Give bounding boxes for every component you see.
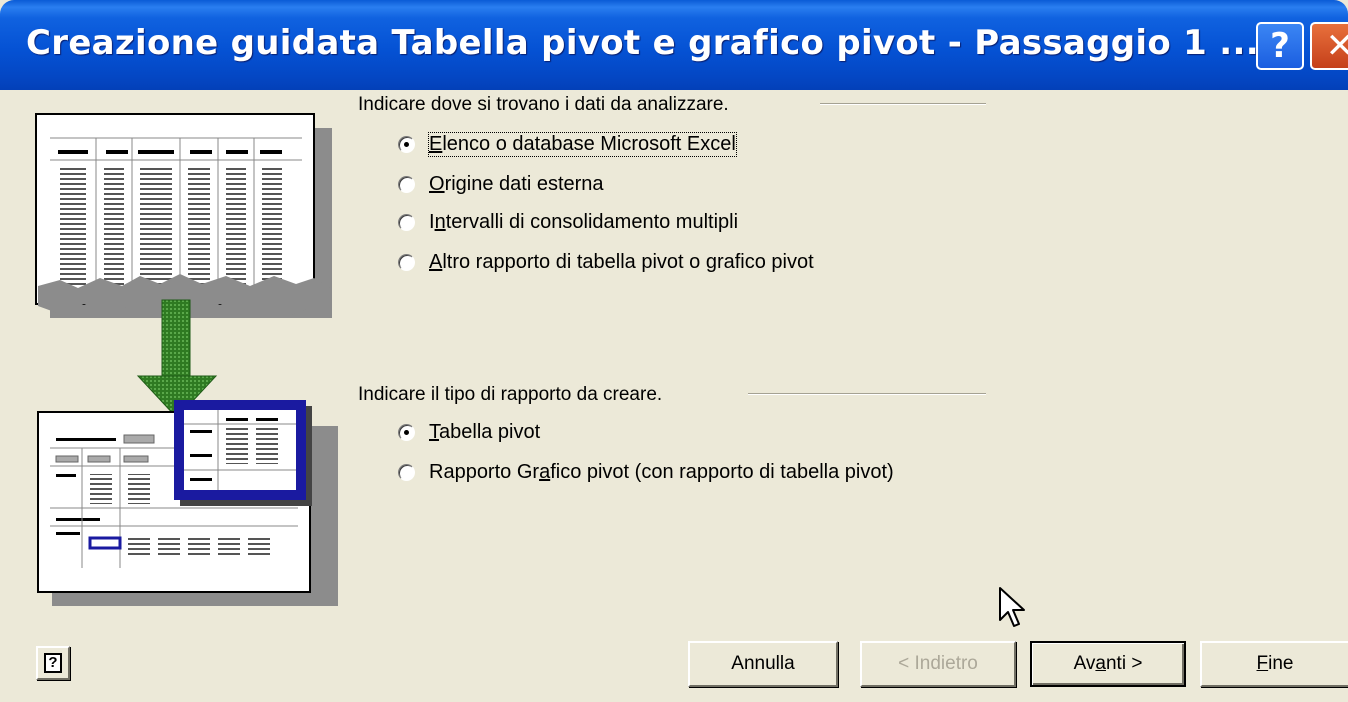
radio-button[interactable] bbox=[398, 423, 415, 441]
pivot-wizard-illustration bbox=[35, 113, 338, 606]
radio-button[interactable] bbox=[398, 253, 415, 271]
radio-label: Rapporto Grafico pivot (con rapporto di … bbox=[429, 460, 894, 483]
group-divider bbox=[820, 103, 986, 105]
radio-button[interactable] bbox=[398, 135, 415, 153]
radio-button[interactable] bbox=[398, 213, 415, 231]
radio-external-source[interactable]: Origine dati esterna bbox=[398, 170, 604, 198]
next-button[interactable]: Avanti > bbox=[1030, 641, 1186, 687]
radio-pivot-chart[interactable]: Rapporto Grafico pivot (con rapporto di … bbox=[398, 458, 894, 486]
radio-label: Origine dati esterna bbox=[429, 172, 604, 195]
radio-label: Tabella pivot bbox=[429, 420, 541, 443]
title-bar[interactable]: Creazione guidata Tabella pivot e grafic… bbox=[0, 0, 1348, 90]
mouse-cursor-icon bbox=[999, 587, 1025, 627]
report-group-label: Indicare il tipo di rapporto da creare. bbox=[358, 384, 663, 405]
radio-label: Elenco o database Microsoft Excel bbox=[428, 131, 737, 157]
cancel-button[interactable]: Annulla bbox=[688, 641, 838, 687]
radio-pivot-table[interactable]: Tabella pivot bbox=[398, 418, 540, 446]
help-title-button[interactable]: ? bbox=[1256, 22, 1304, 70]
radio-other-pivot-report[interactable]: Altro rapporto di tabella pivot o grafic… bbox=[398, 248, 814, 276]
group-divider bbox=[748, 393, 986, 395]
window-title: Creazione guidata Tabella pivot e grafic… bbox=[26, 23, 1259, 63]
radio-label: Altro rapporto di tabella pivot o grafic… bbox=[429, 250, 814, 273]
source-group-label: Indicare dove si trovano i dati da anali… bbox=[358, 94, 729, 115]
help-icon: ? bbox=[44, 653, 62, 673]
help-button[interactable]: ? bbox=[36, 646, 70, 680]
close-button[interactable]: ✕ bbox=[1310, 22, 1348, 70]
back-button[interactable]: < Indietro bbox=[860, 641, 1016, 687]
finish-button[interactable]: Fine bbox=[1200, 641, 1348, 687]
radio-label: Intervalli di consolidamento multipli bbox=[429, 210, 739, 233]
radio-excel-list[interactable]: Elenco o database Microsoft Excel bbox=[398, 130, 737, 158]
radio-button[interactable] bbox=[398, 175, 415, 193]
radio-button[interactable] bbox=[398, 463, 415, 481]
radio-consolidation-ranges[interactable]: Intervalli di consolidamento multipli bbox=[398, 208, 738, 236]
